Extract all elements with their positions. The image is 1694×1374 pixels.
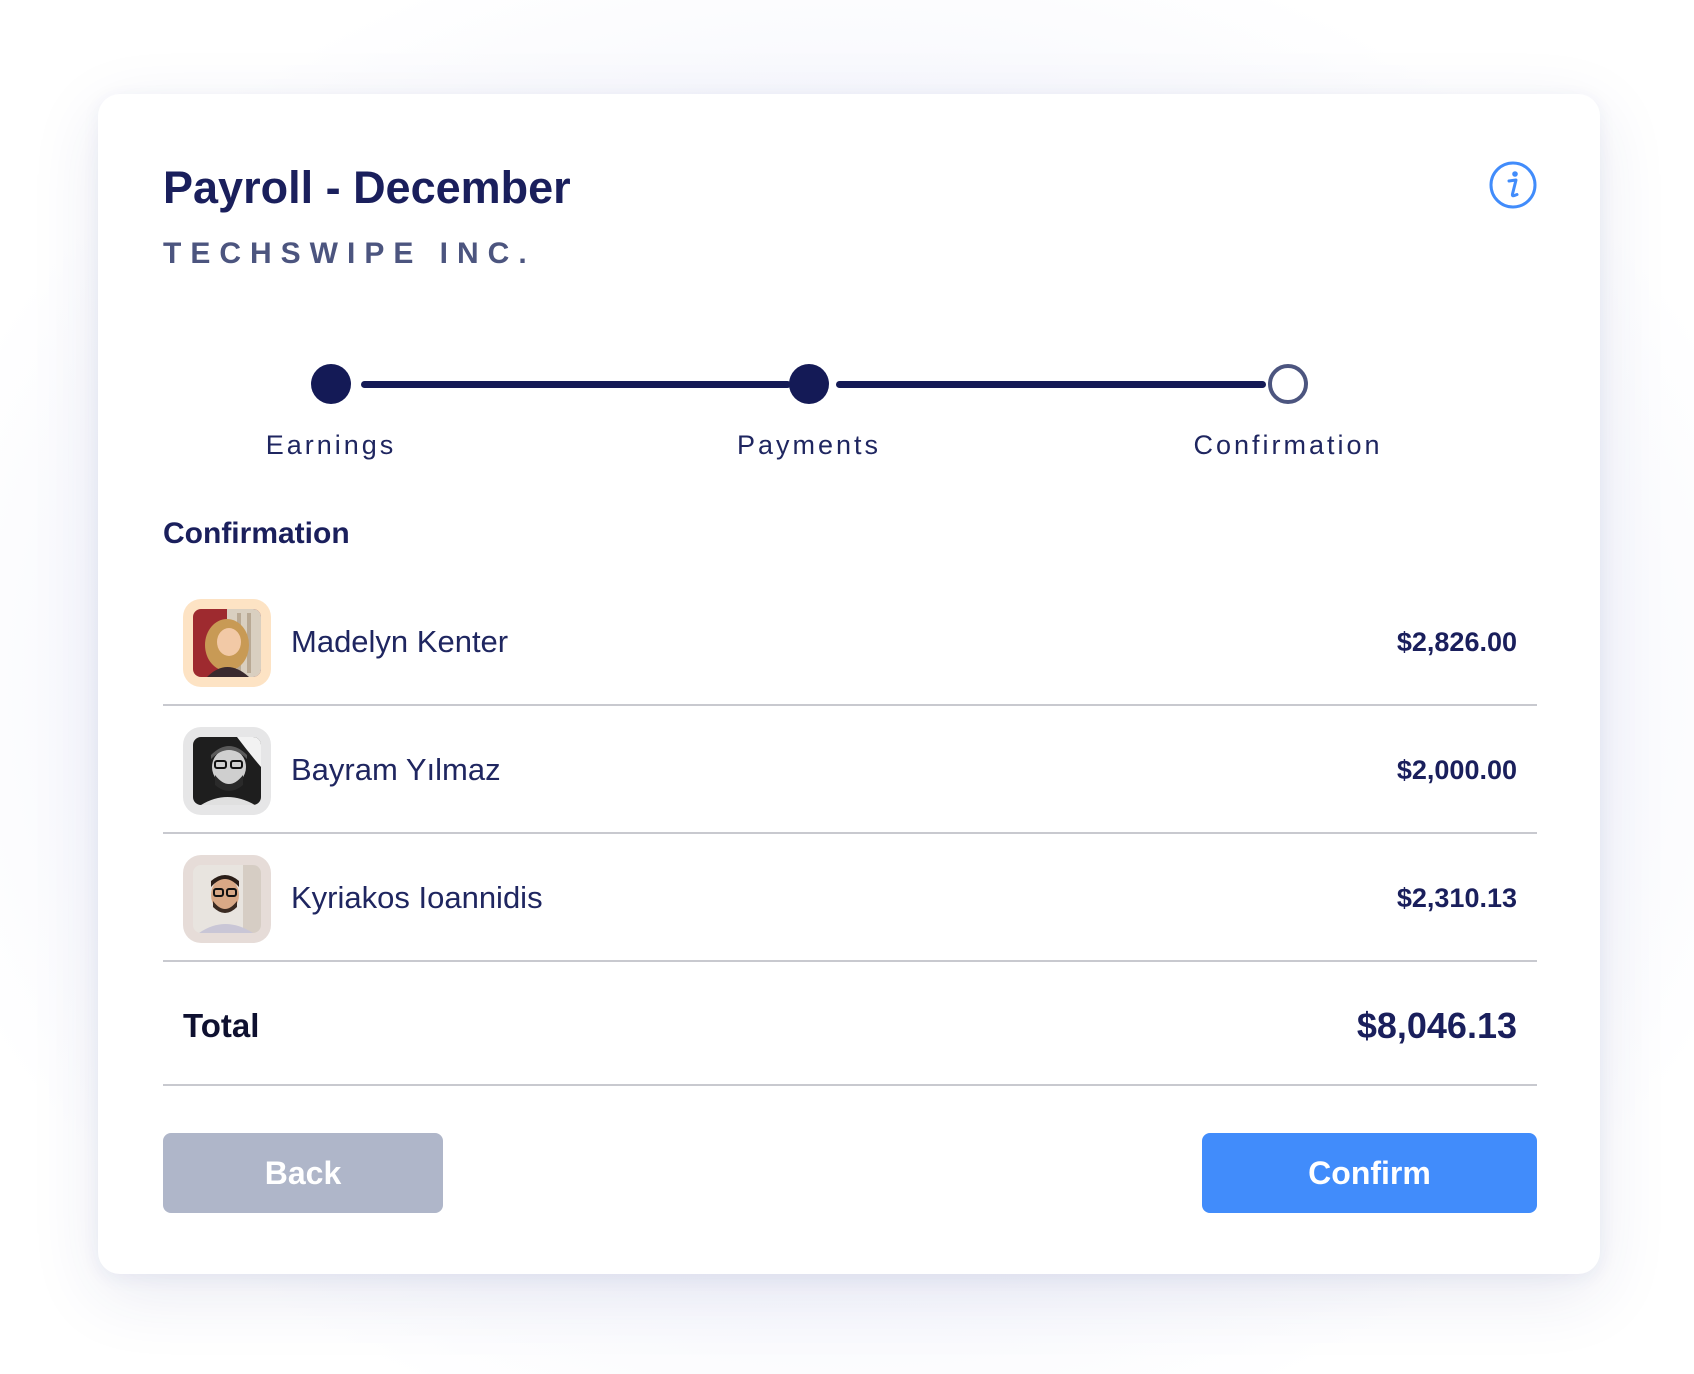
total-row: Total $8,046.13 — [163, 962, 1537, 1086]
step-dot-confirmation[interactable] — [1268, 364, 1308, 404]
info-icon[interactable] — [1488, 160, 1538, 210]
total-label: Total — [183, 1007, 260, 1044]
company-name: TECHSWIPE INC. — [163, 237, 536, 270]
step-connector-1 — [361, 381, 791, 388]
step-label-confirmation: Confirmation — [1193, 430, 1383, 460]
payee-amount: $2,310.13 — [1396, 883, 1517, 913]
list-item[interactable]: Kyriakos Ioannidis $2,310.13 — [163, 834, 1537, 962]
list-item[interactable]: Bayram Yılmaz $2,000.00 — [163, 706, 1537, 834]
list-item[interactable]: Madelyn Kenter $2,826.00 — [163, 578, 1537, 706]
confirm-button[interactable]: Confirm — [1202, 1133, 1537, 1213]
progress-stepper: Earnings Payments Confirmation — [98, 360, 1600, 480]
page-title: Payroll - December — [163, 162, 571, 213]
payee-name: Kyriakos Ioannidis — [291, 880, 543, 915]
payroll-card: Payroll - December TECHSWIPE INC. Earnin… — [98, 94, 1600, 1274]
payee-name: Madelyn Kenter — [291, 624, 509, 659]
payee-amount: $2,000.00 — [1396, 755, 1517, 785]
page-background: Payroll - December TECHSWIPE INC. Earnin… — [0, 0, 1694, 1374]
payee-amount: $2,826.00 — [1396, 627, 1517, 657]
avatar-photo-icon — [193, 865, 261, 933]
step-dot-payments[interactable] — [789, 364, 829, 404]
back-button[interactable]: Back — [163, 1133, 443, 1213]
avatar — [183, 599, 271, 687]
step-connector-2 — [836, 381, 1266, 388]
step-label-payments: Payments — [736, 430, 882, 460]
avatar-photo-icon — [193, 609, 261, 677]
section-title: Confirmation — [163, 517, 350, 550]
avatar — [183, 855, 271, 943]
avatar-photo-icon — [193, 737, 261, 805]
total-value: $8,046.13 — [1356, 1005, 1517, 1046]
step-label-earnings: Earnings — [265, 430, 397, 460]
payee-list: Madelyn Kenter $2,826.00 Bayram Yılmaz $… — [163, 578, 1537, 962]
avatar — [183, 727, 271, 815]
step-dot-earnings[interactable] — [311, 364, 351, 404]
payee-name: Bayram Yılmaz — [291, 752, 501, 787]
